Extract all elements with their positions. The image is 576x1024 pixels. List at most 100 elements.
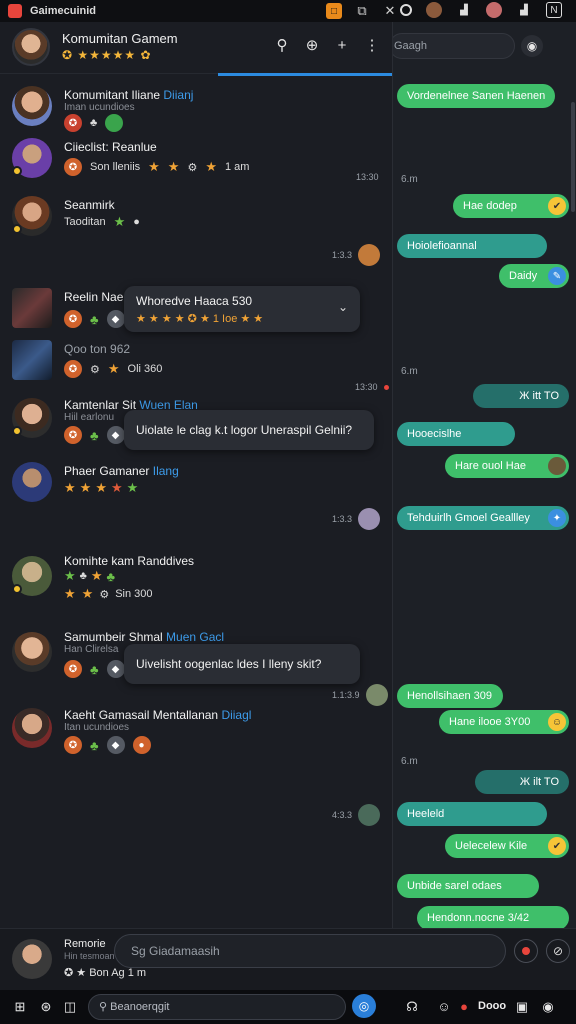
title-bar: Gaimecuinid □ ⧉ ✕ ▟ ▟ N ✕ (0, 0, 576, 22)
online-dot-icon (12, 584, 22, 594)
reaction-icon[interactable]: ✪ (64, 158, 82, 176)
windows-icon[interactable]: ⊞ (12, 999, 28, 1015)
message-text: Hare ouol Hae (455, 460, 526, 472)
headset-icon[interactable]: ☊ (404, 999, 420, 1015)
chevron-down-icon[interactable]: ⌄ (338, 300, 348, 314)
avatar (12, 86, 52, 126)
maximize-icon[interactable]: □ (326, 3, 342, 19)
store-icon[interactable]: ▣ (514, 999, 530, 1015)
message-bubble[interactable]: Tehduirlh Gmoel Geallley ✦ (397, 506, 569, 530)
more-icon[interactable]: ⋮ (364, 38, 380, 54)
list-item[interactable]: Kaeht Gamasail Mentallanan Diiagl Itan u… (0, 704, 392, 760)
circle-icon[interactable] (400, 4, 412, 16)
star-icon: ★ (64, 568, 76, 583)
star-icon: ★ (113, 214, 126, 229)
taskbar-search-input[interactable]: ⚲ Beanoerqgit (88, 994, 346, 1020)
reaction-icon[interactable]: ◆ (106, 426, 125, 444)
star-icon: ★ (107, 361, 120, 376)
message-text: Daidy (509, 270, 538, 282)
reaction-icon[interactable]: ✪ (64, 736, 82, 754)
reaction-icon[interactable]: ✪ (64, 310, 82, 328)
reaction-icon[interactable]: ● (132, 736, 151, 754)
star-icon: ★ (205, 159, 217, 174)
close-icon[interactable]: ✕ (382, 3, 398, 19)
timestamp: 4:3.3 (332, 810, 353, 820)
avatar-icon[interactable] (486, 2, 502, 18)
scrollbar[interactable] (571, 102, 575, 212)
star-icon: ★ (64, 586, 76, 601)
message-bubble[interactable]: Vordenelnee Sanen Haenen (397, 84, 555, 108)
message-bubble[interactable]: Hooecislhe (397, 422, 515, 446)
mic-icon[interactable]: ◎ (352, 994, 376, 1018)
preview-popup[interactable]: Uiolate le clag k.t logor Uneraspil Geln… (124, 410, 374, 450)
message-bubble[interactable]: Hare ouol Hae (445, 454, 569, 478)
search-input[interactable]: Gaagh (393, 33, 515, 59)
message-text: Tehduirlh Gmoel Geallley (407, 512, 530, 524)
message-bubble[interactable]: Uelecelew Kile ✔ (445, 834, 569, 858)
list-item[interactable]: Seanmirk Taoditan ★ ● (0, 194, 392, 246)
attach-icon[interactable]: ⊘ (546, 939, 570, 963)
list-item[interactable]: Qoo ton 962 ✪ ⚙ ★ Oli 360 (0, 338, 392, 384)
emoji-icon: ✦ (548, 509, 566, 527)
message-bubble[interactable]: Ж itt TO (473, 384, 569, 408)
preview-popup[interactable]: Whoredve Haaca 530 ★ ★ ★ ★ ✪ ★ 1 Ioe ★ ★… (124, 286, 360, 332)
reaction-icon[interactable]: ✪ (64, 660, 82, 678)
list-item[interactable]: Phaer Gamaner Ilang ★ ★ ★ ★ ★ (0, 458, 392, 508)
avatar[interactable] (12, 939, 52, 979)
contact-name: Kamtenlar Sit (64, 398, 137, 412)
list-item[interactable]: Komihte kam Randdives ★ ♣ ★ ♣ ★ ★ ⚙ Sin … (0, 552, 392, 608)
message-bubble[interactable]: Hane ilooe 3Y00 ☺ (439, 710, 569, 734)
star-icon: ★ (81, 586, 94, 601)
popup-title: Whoredve Haaca 530 (136, 293, 253, 308)
message-bubble[interactable]: Daidy ✎ (499, 264, 569, 288)
reaction-icon[interactable]: ◆ (106, 660, 125, 678)
preview-popup[interactable]: Uivelisht oogenlac ldes I lleny skit? (124, 644, 360, 684)
list-item[interactable]: Komumitant Iliane Diianj Iman ucundioes … (0, 82, 392, 142)
message-bubble[interactable]: Hae dodep ✔ (453, 194, 569, 218)
reaction-icon[interactable]: ◆ (106, 736, 125, 754)
contact-time: Sin 300 (115, 588, 153, 600)
star-icon: ★ (79, 480, 92, 495)
contact-status: Son lleniis (90, 161, 141, 173)
reaction-icon[interactable]: ◆ (106, 310, 125, 328)
timestamp-row: 1:3.3 (332, 244, 381, 266)
notification-icon[interactable]: ● (456, 999, 472, 1015)
reaction-icon[interactable]: ✪ (64, 426, 82, 444)
message-bubble[interactable]: Heeleld (397, 802, 547, 826)
message-bubble[interactable]: Hoiolefioannal (397, 234, 547, 258)
reaction-icon[interactable] (105, 114, 124, 132)
emoji-icon[interactable]: ☺ (436, 999, 452, 1015)
avatar-icon[interactable] (426, 2, 442, 18)
compass-icon[interactable]: ◉ (521, 35, 543, 57)
avatar (365, 684, 388, 706)
online-dot-icon (12, 426, 22, 436)
message-input[interactable]: Sg Giadamaasih (114, 934, 506, 968)
restore-icon[interactable]: ⧉ (354, 3, 370, 19)
contact-tag: Muen Gacl (166, 630, 225, 644)
signal-icon: ▟ (460, 4, 468, 16)
gear-icon: ⚙ (187, 161, 198, 174)
timestamp-row: 1.1:3.9 (332, 684, 388, 706)
composer-subtitle: Hin tesmoan (64, 951, 115, 961)
reaction-icon[interactable]: ✪ (64, 114, 82, 132)
list-item[interactable]: Ciieclist: Reanlue ✪ Son lleniis ★ ★ ⚙ ★… (0, 134, 392, 186)
steam-icon[interactable]: ◉ (540, 999, 556, 1015)
chat-icon[interactable]: ◫ (62, 999, 78, 1015)
discord-icon[interactable]: ⊛ (38, 999, 54, 1015)
message-bubble[interactable]: Ж ilt TO (475, 770, 569, 794)
message-bubble[interactable]: Hendonn.nocne 3/42 (417, 906, 569, 928)
settings-icon[interactable]: ⊕ (304, 38, 320, 54)
contact-time: 1 am (224, 161, 250, 173)
search-icon[interactable]: ⚲ (274, 38, 290, 54)
taskbar-label: Dooo (478, 1000, 507, 1012)
contact-name: Qoo ton 962 (64, 342, 131, 356)
message-bubble[interactable]: Henollsihaen 309 (397, 684, 503, 708)
timestamp: 6.m (401, 756, 418, 767)
message-bubble[interactable]: Unbide sarel odaes (397, 874, 539, 898)
group-avatar[interactable] (12, 28, 50, 66)
contact-name: Seanmirk (64, 198, 115, 212)
reaction-icon[interactable]: ✪ (64, 360, 82, 378)
timestamp: 1:3.3 (332, 250, 353, 260)
add-icon[interactable]: + (334, 38, 350, 54)
record-icon[interactable] (514, 939, 538, 963)
